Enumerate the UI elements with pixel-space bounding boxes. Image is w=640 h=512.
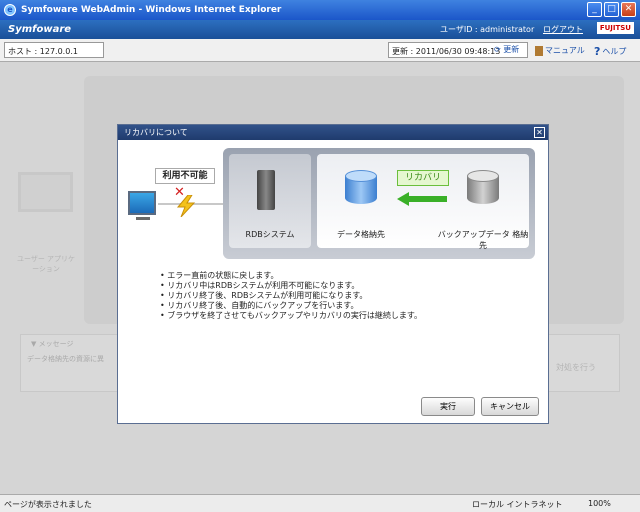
info-list: エラー直前の状態に戻します。 リカバリ中はRDBシステムが利用不可能になります。… — [160, 271, 422, 321]
backup-store-db-icon — [467, 170, 499, 206]
storage-box: データ格納先 リカバリ バックアップデータ 格納先 — [317, 154, 529, 250]
app-header: Symfoware ユーザID : administrator ログアウト FU… — [0, 20, 640, 39]
data-store-db-icon — [345, 170, 377, 206]
book-icon — [535, 45, 543, 56]
execute-button[interactable]: 実行 — [421, 397, 475, 416]
data-store-label: データ格納先 — [337, 230, 385, 239]
host-field: ホスト : 127.0.0.1 — [4, 42, 104, 58]
window-titlebar: e Symfoware WebAdmin - Windows Internet … — [0, 0, 640, 20]
rdb-system-label: RDBシステム — [245, 230, 295, 239]
logout-link[interactable]: ログアウト — [543, 24, 583, 35]
unavailable-label: 利用不可能 — [155, 168, 215, 184]
help-label: ヘルプ — [602, 47, 627, 56]
dialog-titlebar: リカバリについて ✕ — [118, 125, 548, 140]
manual-label: マニュアル — [545, 46, 585, 55]
status-bar: ページが表示されました ローカル イントラネット 100% — [0, 494, 640, 512]
window-controls: _ □ ✕ — [587, 2, 636, 17]
zoom-level[interactable]: 100% — [588, 499, 611, 508]
backup-store-label: バックアップデータ 格納先 — [437, 230, 529, 250]
window-title: Symfoware WebAdmin - Windows Internet Ex… — [21, 5, 282, 15]
user-info: ユーザID : administrator — [440, 25, 535, 34]
refresh-label: 更新 — [503, 45, 520, 54]
info-item: リカバリ終了後、自動的にバックアップを行います。 — [160, 301, 422, 311]
client-pc-stand — [136, 217, 150, 220]
manual-link[interactable]: マニュアル — [535, 45, 585, 56]
help-icon: ? — [594, 45, 601, 58]
minimize-icon[interactable]: _ — [587, 2, 602, 17]
lightning-icon — [176, 195, 196, 217]
ie-logo-icon: e — [4, 4, 16, 16]
client-pc-icon — [128, 191, 156, 215]
refresh-link[interactable]: ⟳ 更新 — [494, 44, 519, 55]
recovery-arrow-icon — [397, 192, 447, 206]
help-link[interactable]: ? ヘルプ — [594, 45, 626, 58]
recovery-badge: リカバリ — [397, 170, 449, 186]
recovery-diagram: RDBシステム データ格納先 リカバリ バックアップデータ 格納先 — [223, 148, 535, 259]
security-zone: ローカル イントラネット — [472, 500, 563, 509]
rdb-system-box: RDBシステム — [229, 154, 311, 248]
info-item: リカバリ中はRDBシステムが利用不可能になります。 — [160, 281, 422, 291]
toolbar: ホスト : 127.0.0.1 更新 : 2011/06/30 09:48:13… — [0, 39, 640, 62]
recovery-dialog: リカバリについて ✕ 利用不可能 ✕ RDBシステム データ格納先 リカバリ バ… — [117, 124, 549, 424]
status-text: ページが表示されました — [4, 500, 92, 509]
brand-logo: Symfoware — [8, 24, 72, 35]
vendor-logo: FUJITSU — [596, 22, 634, 34]
dialog-close-icon[interactable]: ✕ — [534, 127, 545, 138]
info-item: ブラウザを終了させてもバックアップやリカバリの実行は継続します。 — [160, 311, 422, 321]
server-icon — [257, 170, 275, 210]
dialog-title: リカバリについて — [124, 128, 188, 137]
refresh-icon: ⟳ — [494, 45, 501, 54]
window-close-icon[interactable]: ✕ — [621, 2, 636, 17]
info-item: リカバリ終了後、RDBシステムが利用可能になります。 — [160, 291, 422, 301]
cancel-button[interactable]: キャンセル — [481, 397, 539, 416]
info-item: エラー直前の状態に戻します。 — [160, 271, 422, 281]
maximize-icon[interactable]: □ — [604, 2, 619, 17]
